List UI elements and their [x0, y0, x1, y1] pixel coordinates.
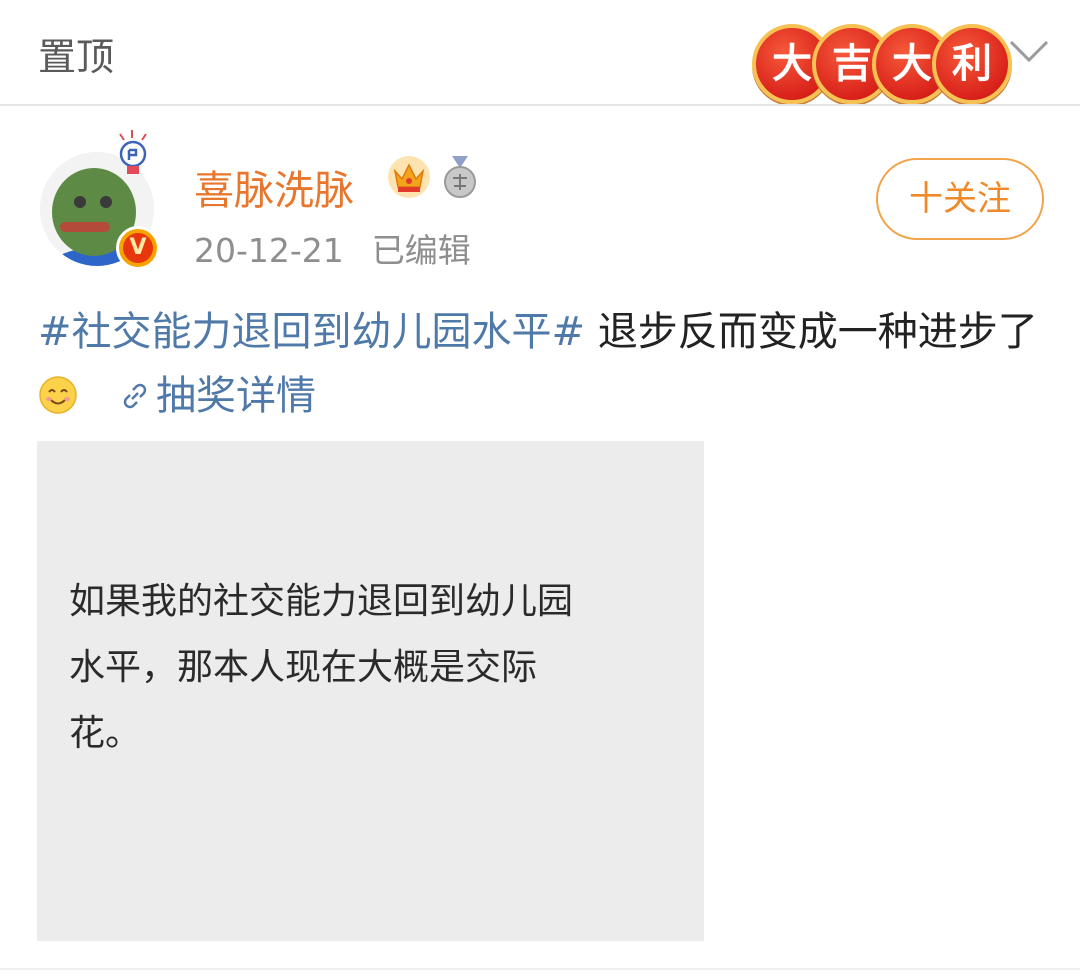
- top-bar: 置顶 大 吉 大 利: [0, 0, 1080, 104]
- image-text-line: 水平，那本人现在大概是交际: [69, 647, 538, 688]
- post-date: 20-12-21: [194, 231, 344, 270]
- post-text: #社交能力退回到幼儿园水平# 退步反而变成一种进步了 抽奖详情: [38, 300, 1048, 428]
- lucky-sticker-badges[interactable]: 大 吉 大 利: [750, 22, 1012, 104]
- image-text-line: 如果我的社交能力退回到幼儿园: [69, 581, 574, 622]
- post-body: 退步反而变成一种进步了: [597, 309, 1038, 355]
- post-image-text: 如果我的社交能力退回到幼儿园 水平，那本人现在大概是交际 花。: [69, 569, 669, 767]
- hashtag-link[interactable]: #社交能力退回到幼儿园水平#: [38, 309, 585, 355]
- smiling-emoji-icon: [38, 370, 78, 414]
- verified-badge-label: V: [123, 233, 153, 263]
- verified-badge: V: [116, 226, 160, 270]
- follow-button[interactable]: 十关注: [876, 158, 1044, 240]
- medal-icon[interactable]: [440, 154, 480, 200]
- header-divider: [0, 104, 1080, 106]
- lightbulb-icon: [112, 126, 162, 182]
- post-meta: 20-12-21 已编辑: [194, 224, 471, 272]
- bottom-divider: [0, 968, 1080, 970]
- author-name[interactable]: 喜脉洗脉: [194, 158, 354, 216]
- lottery-details-link[interactable]: 抽奖详情: [118, 373, 316, 419]
- post-image[interactable]: 如果我的社交能力退回到幼儿园 水平，那本人现在大概是交际 花。: [37, 441, 704, 941]
- lottery-details-label: 抽奖详情: [156, 373, 316, 419]
- chevron-down-icon[interactable]: [1005, 32, 1053, 72]
- image-text-line: 花。: [69, 713, 142, 754]
- crown-icon[interactable]: [386, 154, 432, 200]
- pinned-label: 置顶: [38, 35, 115, 79]
- sticker-char: 利: [932, 24, 1012, 104]
- link-icon: [118, 368, 152, 409]
- edited-label[interactable]: 已编辑: [372, 231, 471, 270]
